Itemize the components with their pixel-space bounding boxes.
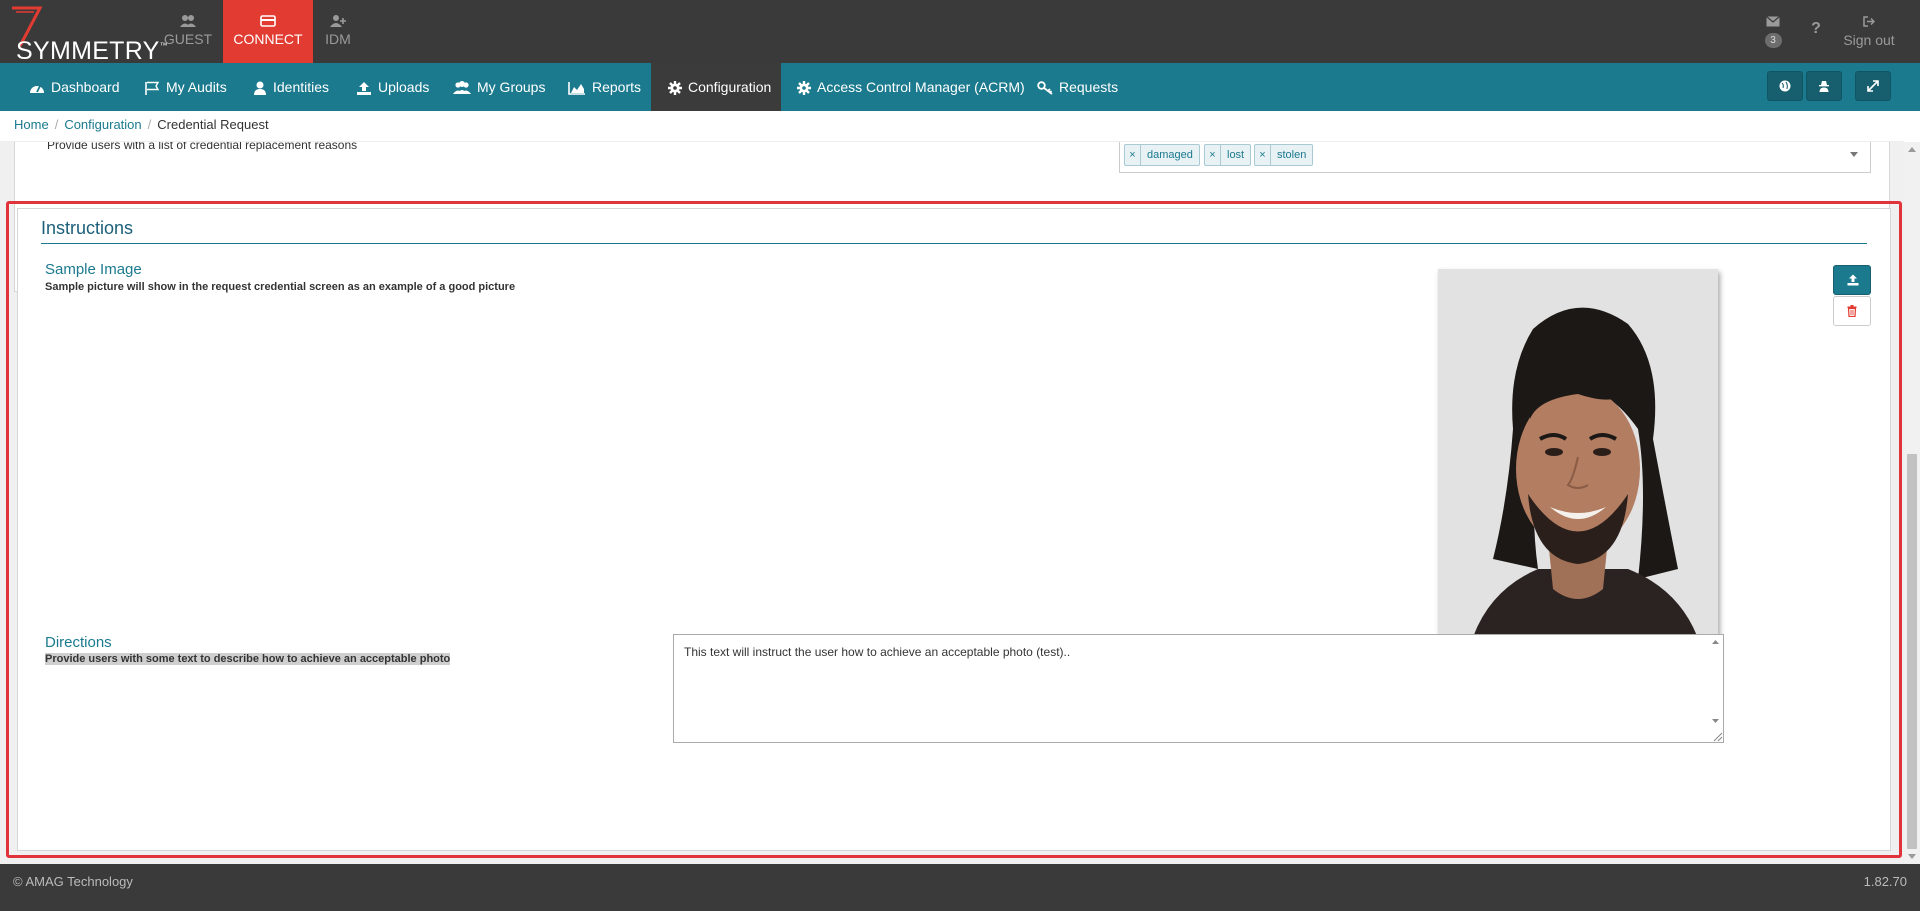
nav-identities[interactable]: Identities [253,63,329,111]
scroll-up-arrow-icon[interactable] [1712,640,1719,644]
footer: © AMAG Technology 1.82.70 [0,864,1920,911]
nav-configuration-label: Configuration [688,79,772,95]
instructions-title: Instructions [41,218,134,238]
tag-stolen: × stolen [1254,144,1314,166]
nav-my-groups-label: My Groups [477,79,546,95]
nav-requests-label: Requests [1059,79,1119,95]
breadcrumb-current: Credential Request [157,117,269,132]
symmetry-logo[interactable]: SYMMETRY™ [6,4,168,65]
brand-name: SYMMETRY [16,37,160,65]
portrait-photo [1438,269,1718,689]
tag-remove-icon[interactable]: × [1205,145,1221,165]
module-idm[interactable]: IDM [318,0,358,63]
expand-icon [1867,80,1879,92]
module-guest-label: GUEST [163,31,213,47]
gear-icon [668,81,682,95]
tag-lost: × lost [1204,144,1252,166]
breadcrumb-separator: / [54,117,59,132]
sample-image-photo [1438,269,1718,689]
sign-out-icon [1863,16,1876,27]
breadcrumb-separator: / [147,117,152,132]
directions-title: Directions [45,634,112,651]
globe-icon [1779,80,1791,92]
messages-button[interactable]: 3 [1758,0,1788,63]
tag-damaged: × damaged [1124,144,1200,166]
user-plus-icon [330,15,346,27]
nav-my-audits[interactable]: My Audits [144,63,227,111]
nav-configuration[interactable]: Configuration [651,63,781,111]
group-icon [180,15,196,27]
dashboard-icon [30,85,44,93]
breadcrumb-home[interactable]: Home [14,117,49,132]
module-idm-label: IDM [325,31,351,47]
scroll-down-arrow-icon[interactable] [1712,719,1719,723]
chevron-down-icon[interactable] [1850,152,1858,157]
flag-icon [145,81,160,95]
globe-button[interactable] [1767,71,1803,101]
section-divider [41,243,1867,244]
replacement-reasons-description: Provide users with a list of credential … [47,142,358,152]
sign-out-label: Sign out [1843,32,1895,48]
nav-requests[interactable]: Requests [1037,63,1118,111]
help-button[interactable]: ? [1806,20,1826,42]
upload-icon [1847,274,1859,286]
instructions-card: Instructions Sample Image Sample picture… [17,208,1891,851]
module-guest[interactable]: GUEST [160,0,216,63]
credit-card-icon [260,15,276,27]
user-secret-button[interactable] [1806,71,1842,101]
main-nav: Dashboard My Audits Identities Uploads M… [0,63,1920,111]
breadcrumb-configuration[interactable]: Configuration [64,117,141,132]
expand-button[interactable] [1855,71,1891,101]
tag-label: damaged [1147,149,1193,161]
tag-remove-icon[interactable]: × [1125,145,1141,165]
key-icon [1037,81,1053,95]
resize-handle-icon[interactable] [1713,732,1723,742]
upload-image-button[interactable] [1833,265,1871,295]
nav-my-groups[interactable]: My Groups [453,63,545,111]
instructions-highlight: Instructions Sample Image Sample picture… [6,201,1902,858]
copyright: © AMAG Technology [13,874,133,889]
upload-icon [357,82,371,95]
directions-textarea[interactable] [673,634,1724,743]
tag-remove-icon[interactable]: × [1255,145,1271,165]
tag-label: stolen [1277,149,1307,161]
page-scrollbar[interactable] [1904,142,1920,864]
nav-my-audits-label: My Audits [166,79,227,95]
top-header: SYMMETRY™ GUEST CONNECT IDM 3 ? Sign out [0,0,1920,65]
nav-reports-label: Reports [592,79,642,95]
gear-icon [797,81,811,95]
scrollbar-thumb[interactable] [1907,454,1917,849]
main-content: Provide users with a list of credential … [0,142,1904,864]
sample-image-title: Sample Image [45,261,142,278]
nav-uploads[interactable]: Uploads [356,63,429,111]
nav-reports[interactable]: Reports [568,63,641,111]
nav-acrm-label: Access Control Manager (ACRM) [817,79,1025,95]
module-connect[interactable]: CONNECT [223,0,313,63]
scroll-up-arrow-icon[interactable] [1908,147,1916,152]
directions-description: Provide users with some text to describe… [45,653,451,665]
version: 1.82.70 [1863,874,1907,889]
textarea-scrollbar[interactable] [1708,635,1723,742]
nav-dashboard-label: Dashboard [51,79,120,95]
nav-acrm[interactable]: Access Control Manager (ACRM) [797,63,1025,111]
user-secret-icon [1819,81,1829,92]
group-icon [453,81,471,94]
nav-identities-label: Identities [273,79,330,95]
scroll-down-arrow-icon[interactable] [1908,854,1916,859]
sign-out-button[interactable]: Sign out [1838,0,1900,63]
user-icon [254,81,266,95]
envelope-icon [1766,16,1780,27]
sample-image-description: Sample picture will show in the request … [45,281,516,293]
replacement-reasons-select[interactable]: × damaged × lost × stolen [1119,142,1871,173]
nav-uploads-label: Uploads [378,79,430,95]
breadcrumb: Home / Configuration / Credential Request [0,111,1904,142]
delete-image-button[interactable] [1833,296,1871,326]
module-connect-label: CONNECT [233,31,303,47]
message-count-badge: 3 [1764,33,1782,48]
tag-label: lost [1227,149,1245,161]
nav-dashboard[interactable]: Dashboard [29,63,120,111]
trash-icon [1847,305,1857,317]
area-chart-icon [568,82,585,95]
